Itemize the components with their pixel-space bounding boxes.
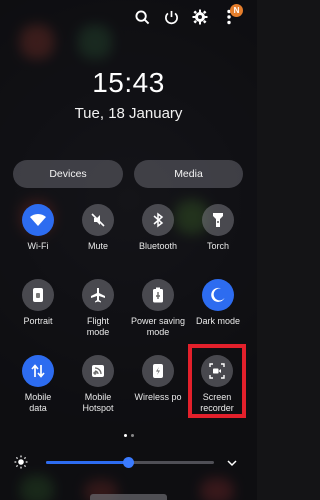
- clock-date: Tue, 18 January: [74, 105, 183, 122]
- airplane-icon: [82, 279, 114, 311]
- torch-icon: [202, 204, 234, 236]
- wireless-power-icon: [142, 355, 174, 387]
- battery-saver-icon: [142, 279, 174, 311]
- page-dot: [130, 434, 134, 437]
- page-indicator: [0, 434, 257, 437]
- devices-button[interactable]: Devices: [13, 160, 123, 188]
- tile-dark-mode[interactable]: Dark mode: [183, 279, 253, 327]
- wifi-icon: [22, 204, 54, 236]
- drag-handle[interactable]: [90, 494, 167, 500]
- brightness-row: [14, 455, 246, 471]
- brightness-slider-thumb[interactable]: [123, 457, 135, 468]
- brightness-slider-fill: [46, 461, 129, 464]
- media-button[interactable]: Media: [134, 160, 243, 188]
- page-dot-active: [123, 434, 127, 437]
- more-options-icon[interactable]: N: [218, 4, 243, 28]
- hotspot-icon: [82, 355, 114, 387]
- mute-icon: [82, 204, 114, 236]
- settings-icon[interactable]: [189, 6, 211, 28]
- portrait-icon: [22, 279, 54, 311]
- brightness-icon: [14, 455, 30, 471]
- tile-torch[interactable]: Torch: [183, 204, 253, 252]
- clock-time: 15:43: [92, 67, 165, 98]
- search-icon[interactable]: [131, 6, 153, 28]
- quick-panel-header: N: [0, 4, 257, 28]
- screen-recorder-highlight-box: [188, 344, 246, 418]
- notification-badge: N: [230, 4, 243, 17]
- bluetooth-icon: [142, 204, 174, 236]
- brightness-slider[interactable]: [46, 457, 214, 468]
- mobile-data-icon: [22, 355, 54, 387]
- power-icon[interactable]: [160, 6, 182, 28]
- chevron-down-icon[interactable]: [226, 456, 240, 470]
- moon-icon: [202, 279, 234, 311]
